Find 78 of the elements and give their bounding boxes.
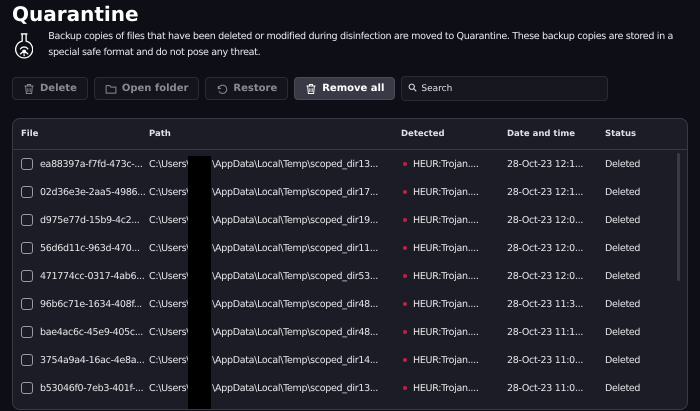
date-cell-text: 28-Oct-23 11:3...	[507, 298, 584, 310]
checkbox[interactable]	[21, 214, 33, 226]
checkbox[interactable]	[21, 242, 33, 254]
column-header[interactable]: Date and time	[507, 129, 605, 139]
checkbox[interactable]	[21, 326, 33, 338]
threat-name: HEUR:Trojan....	[413, 158, 479, 170]
path-text: \AppData\Local\Temp\scoped_dir48...	[212, 326, 378, 338]
date-cell-text: 28-Oct-23 12:1...	[507, 158, 584, 170]
threat-name: HEUR:Trojan....	[413, 354, 479, 366]
toolbar-button[interactable]: Remove all	[294, 77, 396, 100]
column-header[interactable]: Path	[149, 129, 401, 139]
status-cell-text: Deleted	[605, 354, 642, 366]
path-text: C:\Users\	[149, 158, 190, 170]
path-text: \AppData\Local\Temp\scoped_dir11...	[212, 242, 378, 254]
file-name: b53046f0-7eb3-401f-...	[40, 382, 144, 394]
path-text: \AppData\Local\Temp\scoped_dir13...	[212, 382, 378, 394]
path-text: C:\Users\	[149, 242, 190, 254]
checkbox[interactable]	[21, 382, 33, 394]
column-header[interactable]: Detected	[401, 129, 507, 139]
path-text: C:\Users\	[149, 270, 190, 282]
search-icon	[408, 83, 418, 92]
status-cell-text: Deleted	[605, 242, 642, 254]
path-text: C:\Users\	[149, 382, 190, 394]
date-cell-text: 28-Oct-23 11:0...	[507, 354, 584, 366]
trash-icon	[305, 82, 318, 94]
status-cell-text: Deleted	[605, 298, 642, 310]
date-cell-text: 28-Oct-23 12:1...	[507, 186, 584, 198]
path-text: \AppData\Local\Temp\scoped_dir13...	[212, 158, 378, 170]
file-name: d975e77d-15b9-4c2...	[40, 214, 140, 226]
checkbox[interactable]	[21, 270, 33, 282]
status-cell-text: Deleted	[605, 186, 642, 198]
path-text: \AppData\Local\Temp\scoped_dir14...	[212, 354, 378, 366]
path-text: C:\Users\	[149, 326, 190, 338]
file-name: 471774cc-0317-4ab6...	[40, 270, 144, 282]
path-text: C:\Users\	[149, 298, 190, 310]
path-text: \AppData\Local\Temp\scoped_dir19...	[212, 214, 378, 226]
status-cell-text: Deleted	[605, 214, 642, 226]
file-name: bae4ac6c-45e9-405c...	[40, 326, 144, 338]
threat-name: HEUR:Trojan....	[413, 298, 479, 310]
date-cell-text: 28-Oct-23 11:0...	[507, 382, 584, 394]
page-title: Quarantine	[12, 1, 140, 27]
checkbox[interactable]	[21, 298, 33, 310]
file-name: 3754a9a4-16ac-4e8a...	[40, 354, 144, 366]
column-header[interactable]: Status	[605, 129, 685, 139]
checkbox[interactable]	[21, 186, 33, 198]
trash-icon	[23, 82, 35, 94]
status-cell-text: Deleted	[605, 326, 642, 338]
file-name: 96b6c71e-1634-408f...	[40, 298, 142, 310]
date-cell-text: 28-Oct-23 12:0...	[507, 270, 584, 282]
path-text: C:\Users\	[149, 186, 190, 198]
path-text: C:\Users\	[149, 354, 190, 366]
restore-icon	[216, 82, 228, 94]
date-cell-text: 28-Oct-23 11:1...	[507, 326, 584, 338]
status-cell-text: Deleted	[605, 158, 642, 170]
checkbox[interactable]	[21, 158, 33, 170]
file-name: 02d36e3e-2aa5-4986...	[40, 186, 146, 198]
status-cell-text: Deleted	[605, 382, 642, 394]
status-cell-text: Deleted	[605, 270, 642, 282]
column-header[interactable]: File	[13, 129, 149, 139]
path-text: \AppData\Local\Temp\scoped_dir53...	[212, 270, 378, 282]
search-field[interactable]: Search	[401, 76, 608, 101]
date-cell-text: 28-Oct-23 12:0...	[507, 214, 584, 226]
threat-name: HEUR:Trojan....	[413, 326, 479, 338]
threat-name: HEUR:Trojan....	[413, 214, 479, 226]
date-cell-text: 28-Oct-23 12:0...	[507, 242, 584, 254]
checkbox[interactable]	[21, 354, 33, 366]
path-text: C:\Users\	[149, 214, 190, 226]
threat-name: HEUR:Trojan....	[413, 242, 479, 254]
scrollbar[interactable]	[677, 153, 680, 281]
folder-icon	[104, 82, 117, 94]
threat-name: HEUR:Trojan....	[413, 382, 479, 394]
file-name: ea88397a-f7fd-473c-...	[40, 158, 143, 170]
path-text: \AppData\Local\Temp\scoped_dir17...	[212, 186, 378, 198]
path-text: \AppData\Local\Temp\scoped_dir48...	[212, 298, 378, 310]
threat-name: HEUR:Trojan....	[413, 186, 479, 198]
threat-name: HEUR:Trojan....	[413, 270, 479, 282]
description-text: Backup copies of files that have been deleted or modified during disinfection are moved to Quarantine. These backup copies are stored in a special safe format and do not pose any threat.	[48, 30, 674, 60]
file-name: 56d6d11c-963d-470...	[40, 242, 140, 254]
